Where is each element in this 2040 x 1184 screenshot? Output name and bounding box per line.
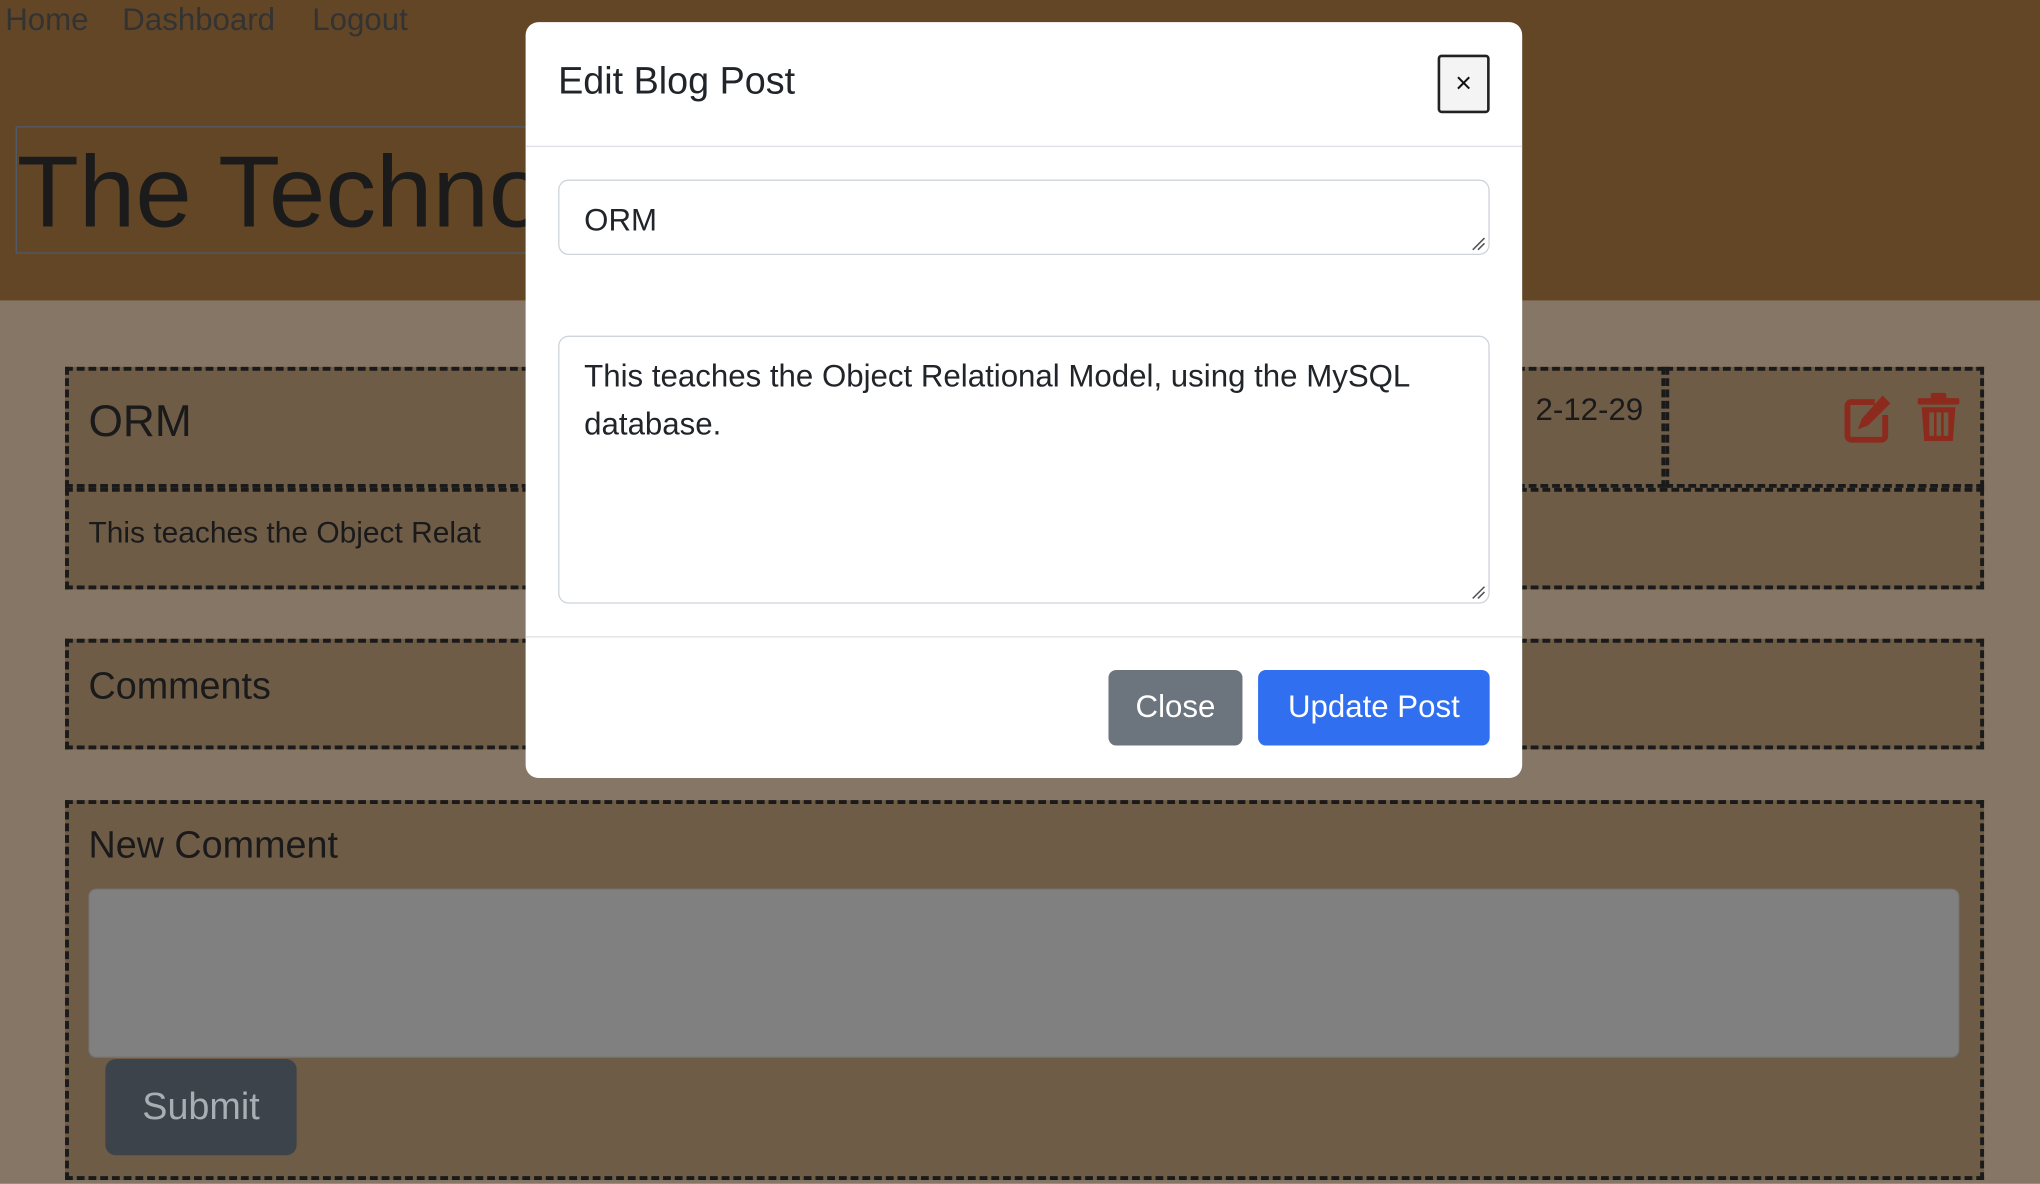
post-title-field-value: ORM: [584, 202, 658, 239]
nav-logout-link[interactable]: Logout: [312, 3, 408, 39]
update-post-button[interactable]: Update Post: [1258, 670, 1490, 746]
post-date: 2-12-29: [1535, 392, 1644, 429]
edit-post-modal: Edit Blog Post × ORM This teaches the Ob…: [525, 22, 1523, 779]
edit-icon[interactable]: [1844, 392, 1893, 444]
post-body: This teaches the Object Relat: [88, 515, 482, 550]
nav-home-link[interactable]: Home: [5, 3, 88, 39]
close-button[interactable]: Close: [1108, 670, 1243, 746]
site-title: The Techno: [16, 134, 546, 249]
post-title: ORM: [88, 396, 192, 447]
comments-heading: Comments: [88, 666, 271, 708]
post-title-field[interactable]: ORM: [558, 179, 1490, 255]
submit-comment-button[interactable]: Submit: [105, 1059, 297, 1156]
modal-footer-divider: [525, 636, 1523, 638]
nav-dashboard-link[interactable]: Dashboard: [122, 3, 275, 39]
resize-grip-icon[interactable]: [1471, 237, 1486, 251]
post-actions-card: [1665, 366, 1985, 488]
new-comment-heading: New Comment: [88, 824, 338, 867]
post-content-field-value: This teaches the Object Relational Model…: [584, 359, 1410, 443]
modal-header-divider: [525, 145, 1523, 148]
resize-grip-icon[interactable]: [1471, 585, 1486, 600]
close-icon[interactable]: ×: [1437, 54, 1490, 114]
app-root: Home Dashboard Logout The Techno ORM 2-1…: [0, 0, 2040, 1184]
new-comment-textarea[interactable]: [88, 888, 1960, 1058]
modal-title: Edit Blog Post: [558, 61, 796, 103]
post-content-field[interactable]: This teaches the Object Relational Model…: [558, 335, 1490, 604]
new-comment-card: New Comment Submit: [65, 800, 1985, 1181]
trash-icon[interactable]: [1915, 392, 1964, 444]
